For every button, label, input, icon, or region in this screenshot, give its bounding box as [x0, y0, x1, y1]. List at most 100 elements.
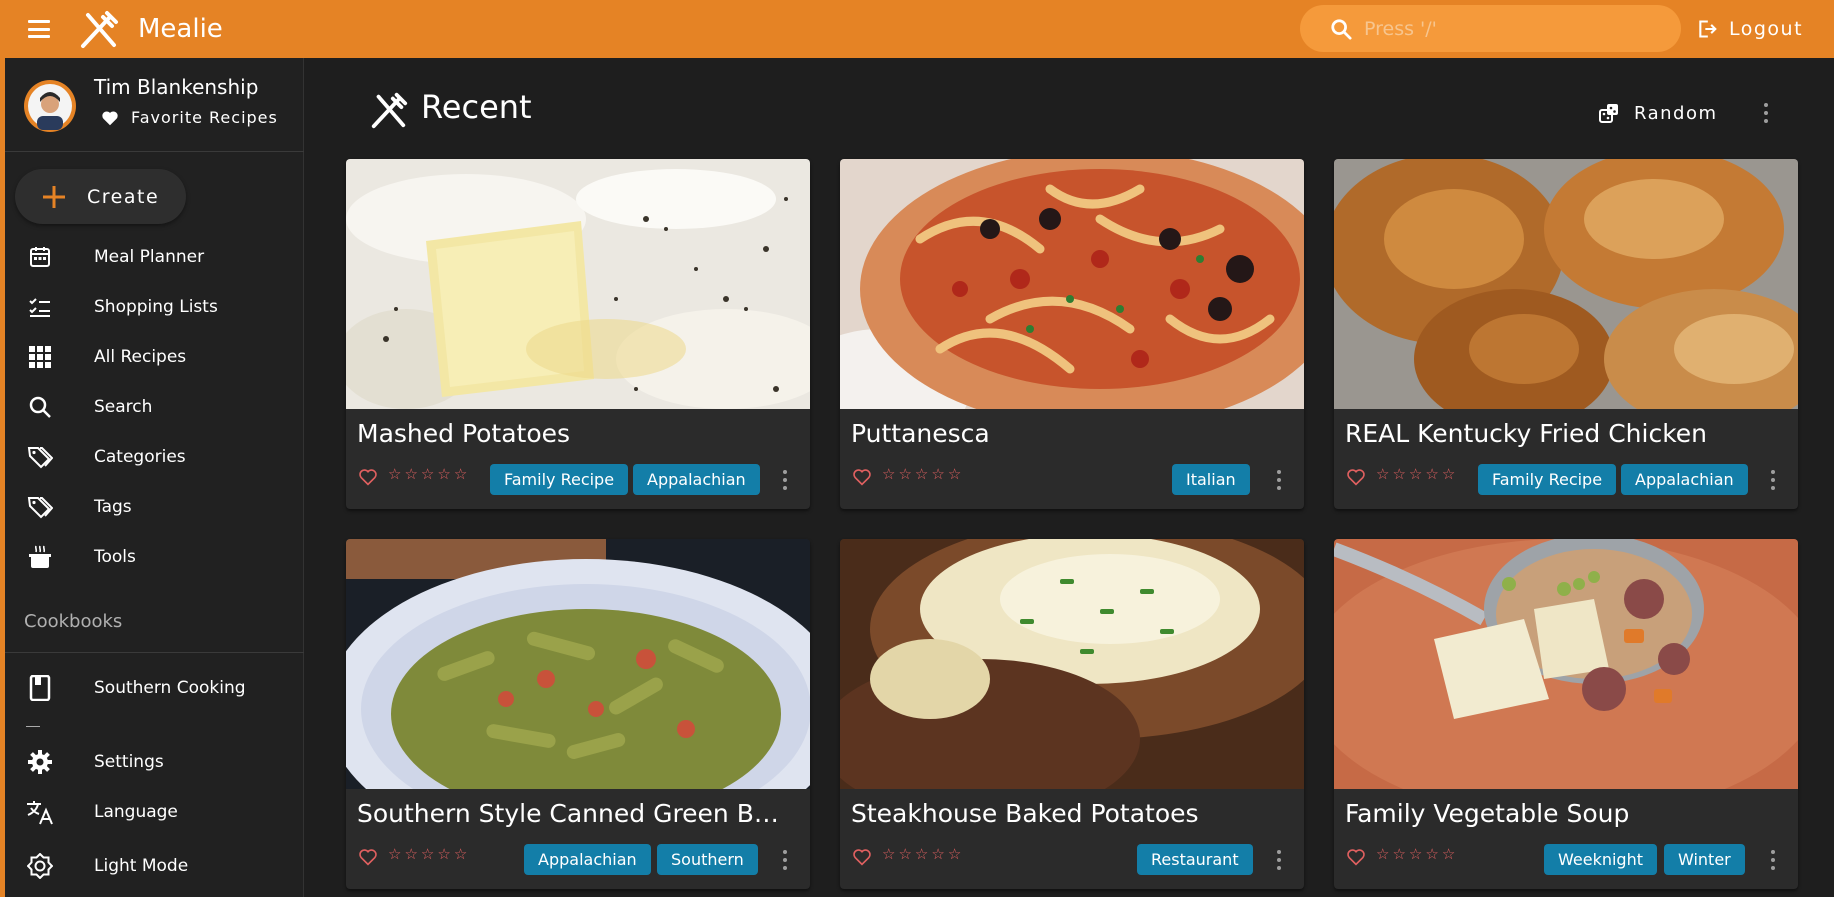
card-menu-button[interactable] [1272, 844, 1286, 876]
search-box[interactable] [1300, 5, 1681, 52]
star-icon[interactable]: ☆ [1442, 845, 1455, 863]
star-icon[interactable]: ☆ [1376, 465, 1389, 483]
star-rating[interactable]: ☆ ☆ ☆ ☆ ☆ [882, 845, 961, 863]
sidebar-item-light-mode[interactable]: Light Mode [5, 844, 304, 888]
star-icon[interactable]: ☆ [421, 845, 434, 863]
star-icon[interactable]: ☆ [898, 465, 911, 483]
star-rating[interactable]: ☆ ☆ ☆ ☆ ☆ [1376, 465, 1455, 483]
tag-chip[interactable]: Weeknight [1544, 844, 1657, 875]
book-icon [26, 675, 54, 701]
recipe-title[interactable]: Family Vegetable Soup [1345, 799, 1785, 828]
sidebar-item-southern-cooking[interactable]: Southern Cooking [5, 666, 304, 710]
star-icon[interactable]: ☆ [1409, 845, 1422, 863]
star-icon[interactable]: ☆ [1425, 465, 1438, 483]
sidebar-item-settings[interactable]: Settings [5, 740, 304, 784]
star-icon[interactable]: ☆ [948, 845, 961, 863]
menu-toggle-button[interactable] [22, 17, 56, 41]
sidebar-item-categories[interactable]: Categories [5, 435, 304, 479]
dice-icon [1599, 104, 1618, 123]
heart-outline-icon[interactable] [1346, 848, 1366, 866]
recipe-image-fried-chicken [1334, 159, 1798, 409]
recipe-title[interactable]: Southern Style Canned Green B… [357, 799, 797, 828]
sidebar-item-tags[interactable]: Tags [5, 485, 304, 529]
more-options-button[interactable] [1756, 96, 1776, 130]
card-menu-button[interactable] [778, 464, 792, 496]
avatar[interactable] [24, 80, 76, 132]
tag-chip[interactable]: Family Recipe [490, 464, 629, 495]
recipe-title[interactable]: REAL Kentucky Fried Chicken [1345, 419, 1785, 448]
recipe-title[interactable]: Puttanesca [851, 419, 1291, 448]
recipe-card[interactable]: Steakhouse Baked Potatoes ☆ ☆ ☆ ☆ ☆ Restaura… [840, 539, 1304, 889]
star-icon[interactable]: ☆ [1442, 465, 1455, 483]
recipe-title[interactable]: Mashed Potatoes [357, 419, 797, 448]
sidebar-item-all-recipes[interactable]: All Recipes [5, 335, 304, 379]
gear-icon [26, 749, 54, 775]
recipe-card[interactable]: Mashed Potatoes ☆ ☆ ☆ ☆ ☆ Family Recipe Appa… [346, 159, 810, 509]
tag-chip[interactable]: Appalachian [524, 844, 651, 875]
card-menu-button[interactable] [1766, 464, 1780, 496]
star-icon[interactable]: ☆ [915, 845, 928, 863]
card-menu-button[interactable] [778, 844, 792, 876]
star-icon[interactable]: ☆ [404, 845, 417, 863]
star-rating[interactable]: ☆ ☆ ☆ ☆ ☆ [1376, 845, 1455, 863]
favorite-recipes-link[interactable]: Favorite Recipes [101, 108, 278, 127]
heart-outline-icon[interactable] [358, 848, 378, 866]
tags-icon [26, 494, 54, 520]
star-icon[interactable]: ☆ [1425, 845, 1438, 863]
tag-chip[interactable]: Family Recipe [1478, 464, 1617, 495]
search-input[interactable] [1364, 17, 1664, 40]
star-rating[interactable]: ☆ ☆ ☆ ☆ ☆ [388, 465, 467, 483]
pot-icon [26, 544, 54, 570]
page-title: Recent [421, 88, 532, 126]
star-icon[interactable]: ☆ [454, 465, 467, 483]
star-icon[interactable]: ☆ [454, 845, 467, 863]
random-button[interactable]: Random [1599, 95, 1718, 131]
star-rating[interactable]: ☆ ☆ ☆ ☆ ☆ [882, 465, 961, 483]
sidebar-item-meal-planner[interactable]: Meal Planner [5, 235, 304, 279]
star-icon[interactable]: ☆ [1392, 465, 1405, 483]
star-icon[interactable]: ☆ [915, 465, 928, 483]
tag-chip[interactable]: Appalachian [1621, 464, 1748, 495]
recipe-card[interactable]: Puttanesca ☆ ☆ ☆ ☆ ☆ Italian [840, 159, 1304, 509]
card-menu-button[interactable] [1766, 844, 1780, 876]
star-icon[interactable]: ☆ [421, 465, 434, 483]
tag-chip[interactable]: Southern [657, 844, 758, 875]
star-icon[interactable]: ☆ [931, 465, 944, 483]
create-button[interactable]: Create [15, 169, 186, 224]
star-icon[interactable]: ☆ [437, 465, 450, 483]
star-icon[interactable]: ☆ [931, 845, 944, 863]
star-icon[interactable]: ☆ [404, 465, 417, 483]
sidebar-item-label: Categories [94, 447, 186, 467]
sidebar-item-search[interactable]: Search [5, 385, 304, 429]
sidebar-item-language[interactable]: Language [5, 790, 304, 834]
heart-outline-icon[interactable] [852, 848, 872, 866]
logout-button[interactable]: Logout [1697, 17, 1803, 41]
heart-outline-icon[interactable] [1346, 468, 1366, 486]
recipe-card[interactable]: Family Vegetable Soup ☆ ☆ ☆ ☆ ☆ Weeknight Wi… [1334, 539, 1798, 889]
star-icon[interactable]: ☆ [882, 465, 895, 483]
heart-outline-icon[interactable] [852, 468, 872, 486]
star-icon[interactable]: ☆ [1376, 845, 1389, 863]
recipe-card[interactable]: REAL Kentucky Fried Chicken ☆ ☆ ☆ ☆ ☆ Family… [1334, 159, 1798, 509]
tag-chip[interactable]: Appalachian [633, 464, 760, 495]
star-icon[interactable]: ☆ [388, 465, 401, 483]
star-icon[interactable]: ☆ [1392, 845, 1405, 863]
heart-outline-icon[interactable] [358, 468, 378, 486]
star-icon[interactable]: ☆ [1409, 465, 1422, 483]
sidebar-item-label: Tags [94, 497, 132, 517]
utensils-logo-icon [81, 11, 118, 48]
recipe-title[interactable]: Steakhouse Baked Potatoes [851, 799, 1291, 828]
card-menu-button[interactable] [1272, 464, 1286, 496]
star-icon[interactable]: ☆ [882, 845, 895, 863]
star-icon[interactable]: ☆ [898, 845, 911, 863]
tag-chip[interactable]: Restaurant [1137, 844, 1253, 875]
star-icon[interactable]: ☆ [948, 465, 961, 483]
star-icon[interactable]: ☆ [388, 845, 401, 863]
tag-chip[interactable]: Winter [1664, 844, 1745, 875]
star-icon[interactable]: ☆ [437, 845, 450, 863]
sidebar-item-tools[interactable]: Tools [5, 535, 304, 579]
sidebar-item-shopping-lists[interactable]: Shopping Lists [5, 285, 304, 329]
star-rating[interactable]: ☆ ☆ ☆ ☆ ☆ [388, 845, 467, 863]
recipe-card[interactable]: Southern Style Canned Green B… ☆ ☆ ☆ ☆ ☆ App… [346, 539, 810, 889]
tag-chip[interactable]: Italian [1172, 464, 1250, 495]
